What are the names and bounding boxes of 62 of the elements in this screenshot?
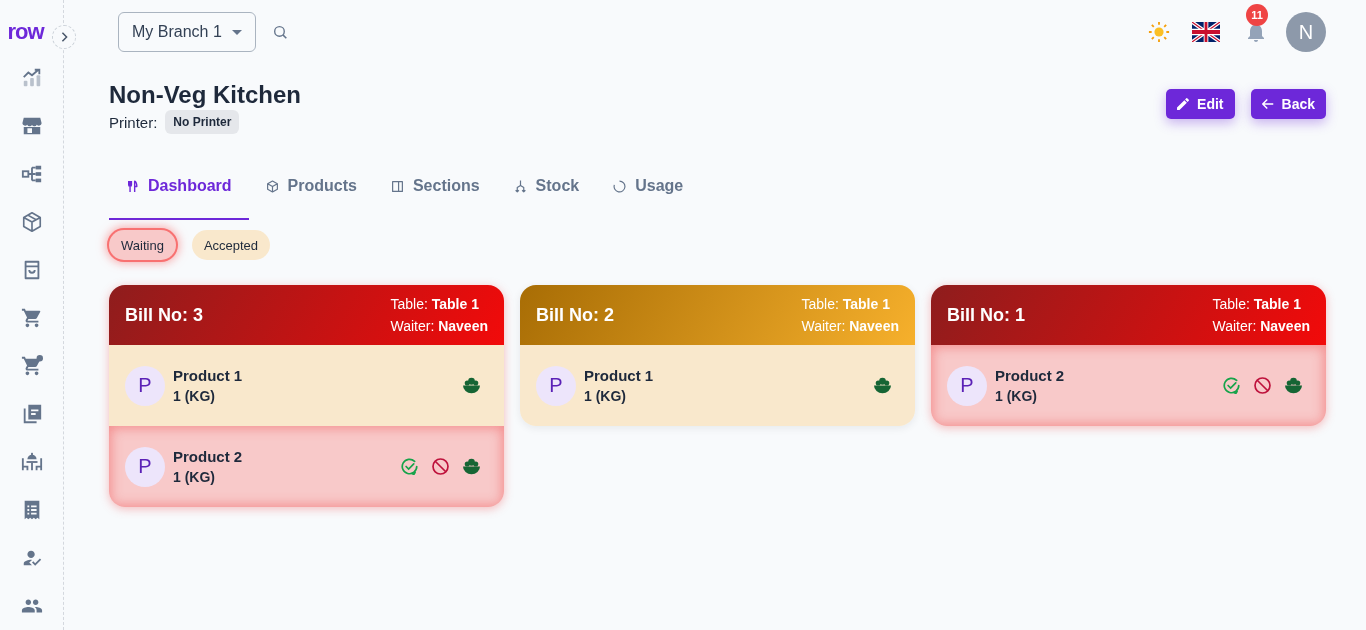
product-name: Product 2: [995, 367, 1066, 384]
box-icon: [265, 179, 279, 193]
printer-label: Printer:: [109, 113, 158, 131]
bowl-icon[interactable]: [463, 377, 480, 394]
waiter-label: Waiter: Naveen: [1212, 317, 1310, 335]
box-icon[interactable]: [20, 211, 43, 233]
printer-badge: No Printer: [165, 110, 240, 134]
panel-icon: [390, 179, 404, 193]
bowl-icon[interactable]: [463, 458, 480, 475]
filter-chip[interactable]: Waiting: [109, 230, 176, 260]
branch-select[interactable]: My Branch 1: [118, 12, 256, 52]
check-circle-icon[interactable]: [1223, 377, 1240, 394]
filter-chip[interactable]: Accepted: [191, 230, 271, 260]
table-label: Table: Table 1: [801, 295, 891, 313]
tab[interactable]: Sections: [373, 152, 497, 220]
product-avatar: P: [947, 365, 987, 406]
search-icon[interactable]: [273, 25, 287, 39]
bill-number: Bill No: 1: [947, 304, 1025, 326]
tab[interactable]: Stock: [496, 152, 597, 220]
table-label: Table: Table 1: [1212, 295, 1302, 313]
waiter-label: Waiter: Naveen: [390, 317, 488, 335]
fork-knife-icon: [126, 179, 139, 193]
dining-table-icon[interactable]: [20, 451, 43, 473]
edit-button[interactable]: Edit: [1166, 89, 1235, 119]
waiter-label: Waiter: Naveen: [801, 317, 899, 335]
bill-number: Bill No: 2: [536, 304, 614, 326]
page-title: Non-Veg Kitchen: [109, 80, 301, 110]
check-circle-icon[interactable]: [401, 458, 418, 475]
tab[interactable]: Usage: [596, 152, 701, 220]
bill-number: Bill No: 3: [125, 304, 203, 326]
tab[interactable]: Products: [248, 152, 374, 220]
caret-icon: [231, 29, 242, 35]
product-quantity: 1 (KG): [995, 388, 1038, 404]
bowl-icon[interactable]: [1285, 377, 1302, 394]
bowl-icon[interactable]: [874, 377, 891, 394]
chevron-right-icon: [60, 32, 68, 42]
product-name: Product 1: [584, 367, 655, 384]
product-quantity: 1 (KG): [173, 388, 216, 404]
product-quantity: 1 (KG): [173, 469, 216, 485]
product-name: Product 1: [173, 367, 244, 384]
logo[interactable]: row: [7, 21, 44, 43]
cart-badge-icon[interactable]: [20, 355, 43, 377]
flag-icon[interactable]: [1192, 22, 1220, 42]
arrow-left-icon: [1261, 98, 1274, 110]
split-arrows-icon: [513, 179, 527, 193]
pencil-icon: [1177, 98, 1190, 110]
product-name: Product 2: [173, 448, 244, 465]
product-quantity: 1 (KG): [584, 388, 627, 404]
product-avatar: P: [536, 365, 576, 406]
notification-badge: 11: [1246, 4, 1268, 26]
prohibited-icon[interactable]: [432, 458, 449, 475]
cart-icon[interactable]: [20, 307, 43, 329]
store-icon[interactable]: [20, 115, 43, 137]
tab[interactable]: Dashboard: [109, 152, 249, 220]
chart-icon[interactable]: [20, 67, 43, 89]
product-avatar: P: [125, 365, 165, 406]
table-label: Table: Table 1: [390, 295, 480, 313]
hierarchy-icon[interactable]: [20, 163, 43, 185]
prohibited-icon[interactable]: [1254, 377, 1271, 394]
product-avatar: P: [125, 446, 165, 487]
expand-button[interactable]: [52, 25, 76, 49]
back-button[interactable]: Back: [1250, 89, 1326, 119]
